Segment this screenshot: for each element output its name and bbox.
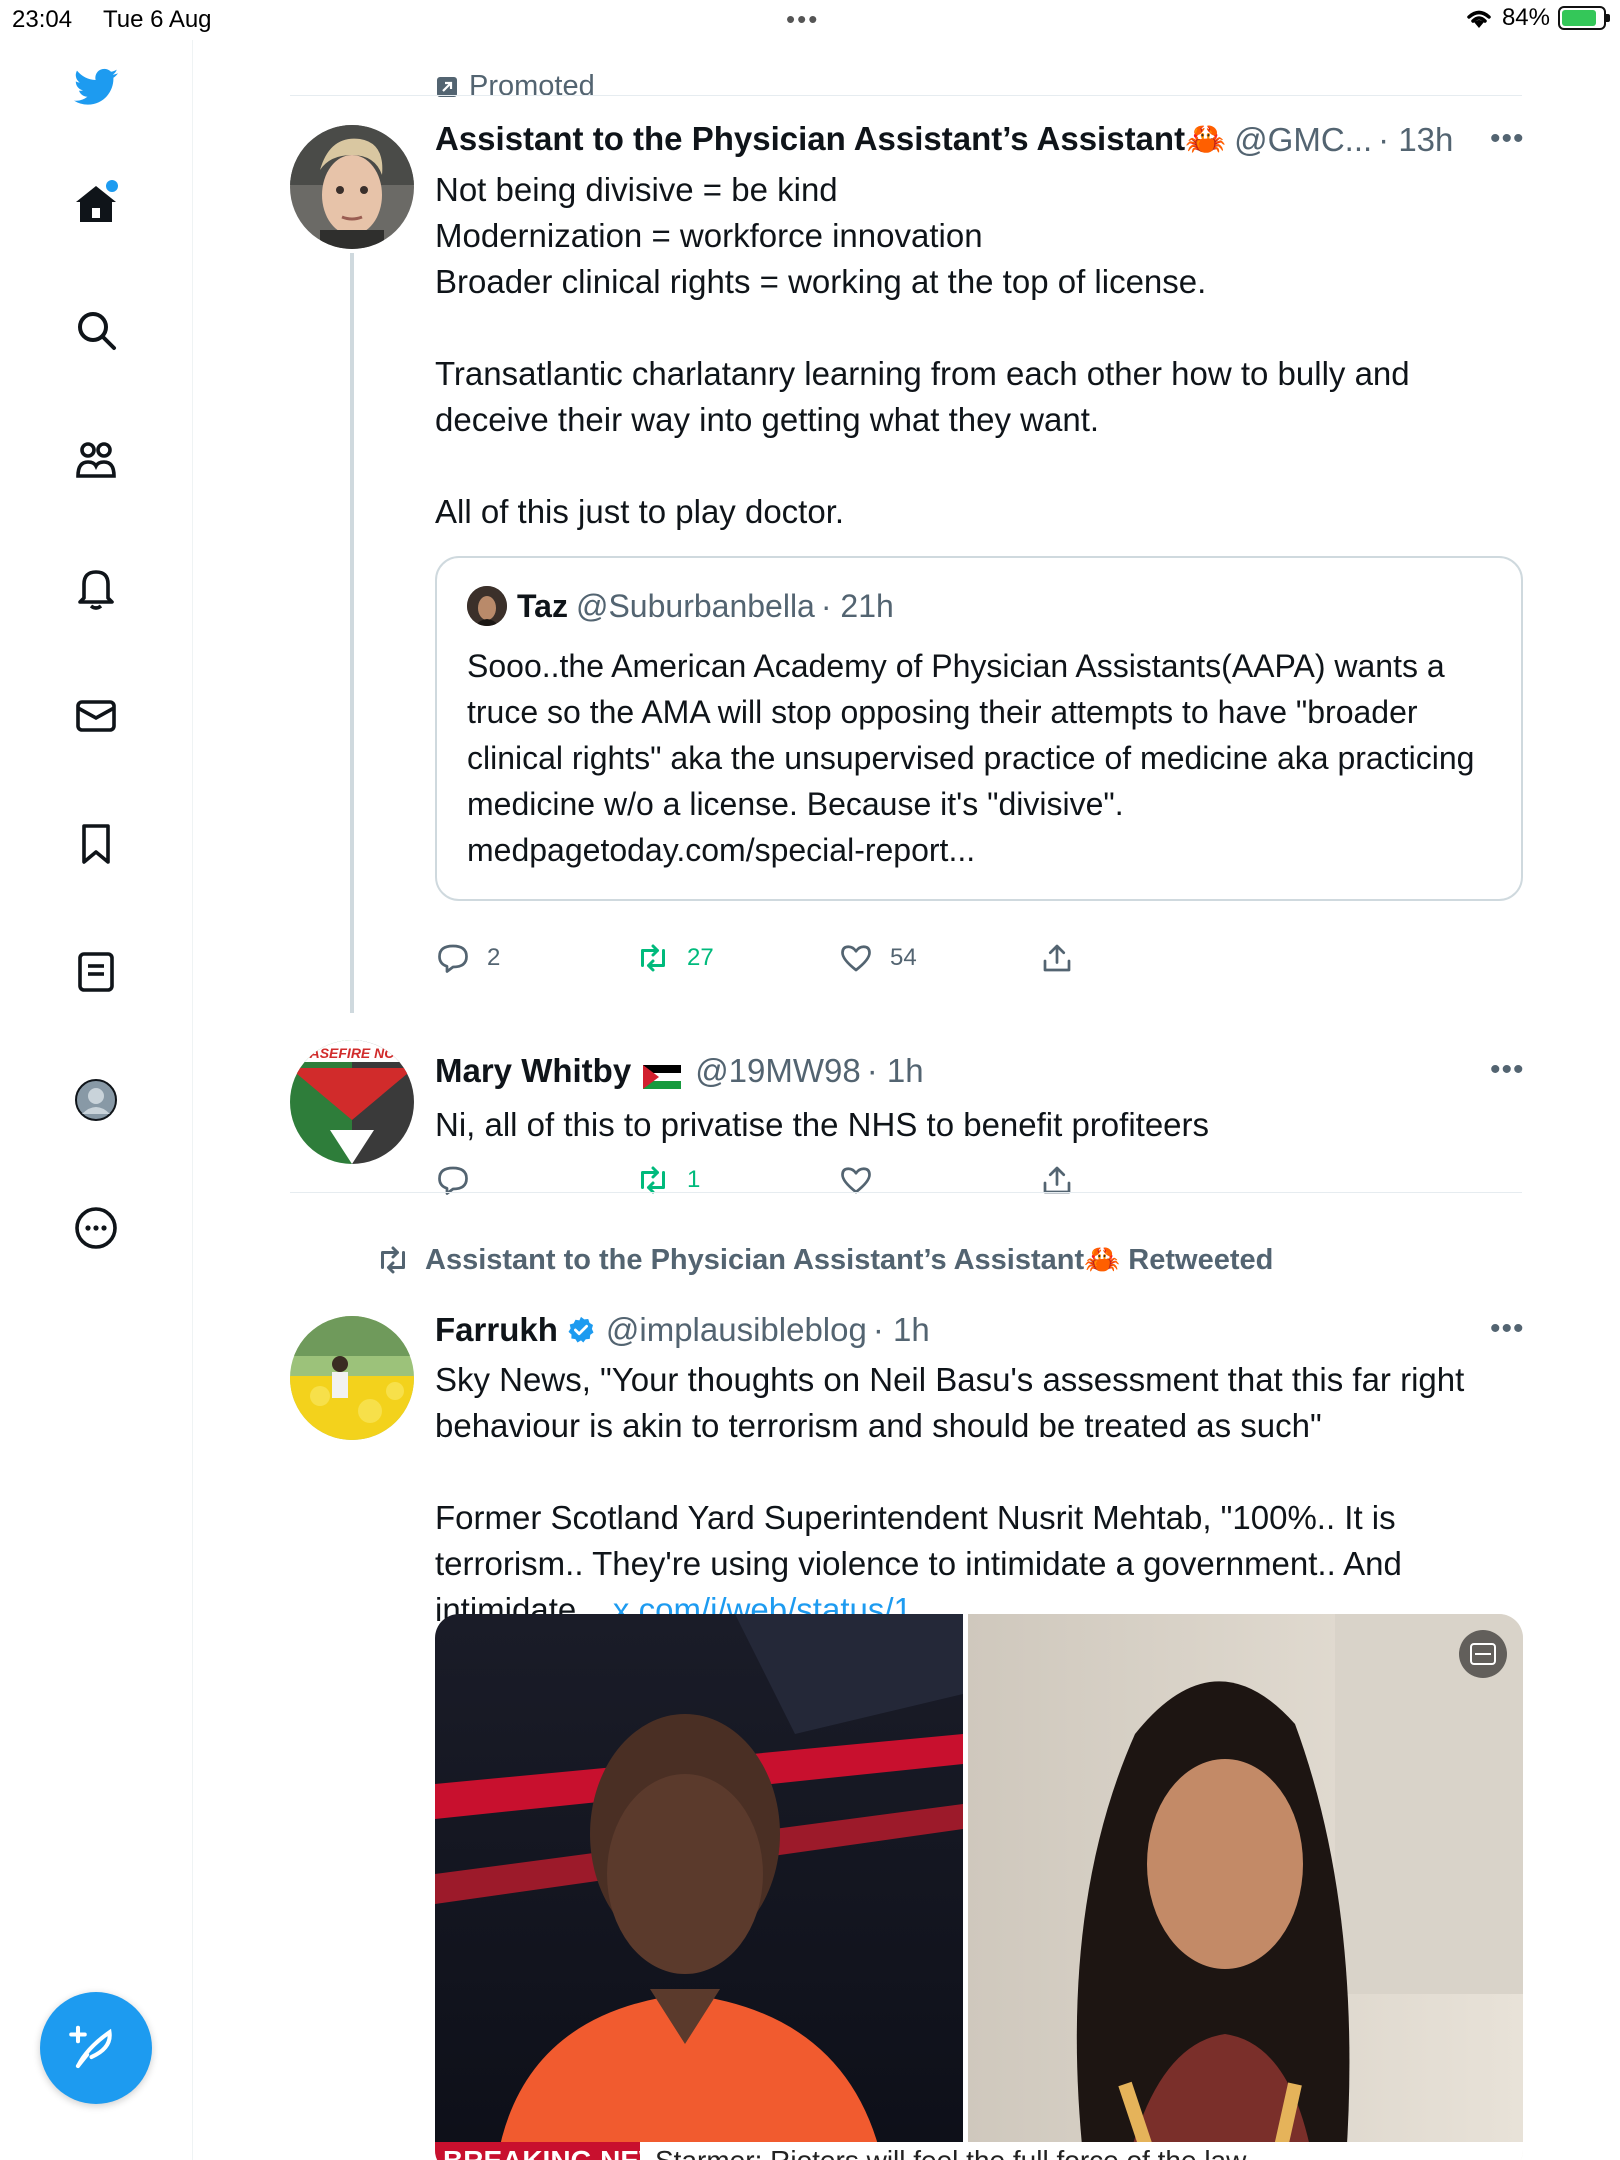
- status-right: 84%: [1464, 4, 1610, 32]
- tweet-text: Ni, all of this to privatise the NHS to …: [435, 1106, 1210, 1143]
- new-content-dot: [106, 180, 118, 192]
- tweet-text: Not being divisive = be kind Modernizati…: [435, 171, 1410, 530]
- palestine-flag-icon: [643, 1059, 682, 1089]
- tweet-time[interactable]: · 1h: [873, 1311, 930, 1349]
- bookmarks-icon[interactable]: [70, 818, 122, 870]
- author-name[interactable]: Mary Whitby: [435, 1052, 631, 1090]
- news-ticker-caption: Starmer: Rioters will feel the full forc…: [655, 2145, 1247, 2160]
- author-name[interactable]: Assistant to the Physician Assistant’s A…: [435, 120, 1226, 159]
- reply-button[interactable]: 2: [435, 940, 500, 976]
- compose-feather-icon: [69, 2025, 112, 2069]
- wifi-icon: [1467, 10, 1491, 28]
- divider: [290, 95, 1522, 96]
- reply-icon: [438, 944, 468, 973]
- divider: [290, 1192, 1522, 1193]
- search-icon[interactable]: [70, 304, 122, 356]
- retweet-button[interactable]: 27: [635, 940, 714, 976]
- thread-connector-line: [350, 253, 354, 1013]
- status-time: 23:04: [12, 6, 73, 33]
- tweet-media-video[interactable]: BREAKING NEWS Starmer: Rioters will feel…: [435, 1614, 1523, 2160]
- messages-envelope-icon[interactable]: [70, 690, 122, 742]
- quoted-tweet-text: Sooo..the American Academy of Physician …: [467, 648, 1475, 868]
- tweet-more-icon[interactable]: •••: [1490, 1053, 1525, 1087]
- communities-icon[interactable]: [70, 434, 122, 486]
- tweet-more-icon[interactable]: •••: [1490, 122, 1525, 156]
- media-settings-icon[interactable]: [1459, 1630, 1507, 1678]
- avatar-gmc[interactable]: [290, 125, 414, 249]
- avatar-farrukh[interactable]: [290, 1316, 414, 1440]
- retweet-count: 27: [687, 944, 714, 971]
- quoted-tweet-header: Taz @Suburbanbella · 21h: [467, 586, 894, 626]
- lists-icon[interactable]: [70, 946, 122, 998]
- reply-count: 2: [487, 944, 501, 971]
- share-button[interactable]: [1039, 940, 1075, 976]
- retweet-icon: [641, 944, 665, 972]
- quoted-author-name: Taz: [517, 587, 568, 624]
- retweeted-by-text: Assistant to the Physician Assistant’s A…: [425, 1244, 1274, 1276]
- more-options-icon[interactable]: [70, 1202, 122, 1254]
- avatar-taz: [467, 586, 507, 626]
- like-count: 54: [890, 944, 917, 971]
- author-name[interactable]: Farrukh: [435, 1311, 558, 1349]
- tweet-actions: 1: [435, 1162, 1435, 1206]
- avatar-mary-whitby[interactable]: ASEFIRE NC: [290, 1040, 414, 1164]
- verified-badge-icon: [566, 1315, 596, 1345]
- sidebar: [0, 40, 193, 2160]
- tweet-text-body: Sky News, "Your thoughts on Neil Basu's …: [435, 1361, 1465, 1628]
- compose-tweet-button[interactable]: [40, 1992, 152, 2104]
- retweet-icon: [381, 1246, 405, 1274]
- tweet-header: Mary Whitby @19MW98 · 1h: [435, 1052, 924, 1090]
- quoted-tweet[interactable]: Taz @Suburbanbella · 21h Sooo..the Ameri…: [435, 556, 1523, 901]
- author-handle[interactable]: @19MW98: [695, 1052, 861, 1090]
- tweet-actions: 2 27 54: [435, 940, 1435, 984]
- twitter-logo-icon[interactable]: [70, 62, 122, 114]
- tweet-time[interactable]: · 13h: [1378, 121, 1453, 159]
- video-still: BREAKING NEWS Starmer: Rioters will feel…: [435, 1614, 1523, 2160]
- tweet-header: Assistant to the Physician Assistant’s A…: [435, 120, 1453, 159]
- multitasking-dots-icon[interactable]: •••: [786, 4, 819, 35]
- battery-icon: [1558, 6, 1610, 30]
- avatar-banner-text: ASEFIRE NC: [309, 1045, 396, 1061]
- promoted-text: Promoted: [469, 70, 595, 102]
- battery-percent: 84%: [1501, 4, 1550, 31]
- retweeted-by-line[interactable]: Assistant to the Physician Assistant’s A…: [375, 1242, 1273, 1278]
- quoted-tweet-time: · 21h: [820, 587, 894, 624]
- tweet-header: Farrukh @implausibleblog · 1h: [435, 1311, 930, 1349]
- breaking-news-caption: BREAKING NEWS: [443, 2145, 684, 2160]
- profile-avatar-icon[interactable]: [70, 1074, 122, 1126]
- status-bar: 23:04 Tue 6 Aug ••• 84%: [0, 0, 1620, 40]
- tweet-more-icon[interactable]: •••: [1490, 1312, 1525, 1346]
- notifications-bell-icon[interactable]: [70, 562, 122, 614]
- quoted-author-handle: @Suburbanbella: [575, 587, 815, 624]
- home-icon[interactable]: [70, 178, 122, 230]
- tweet-time[interactable]: · 1h: [867, 1052, 924, 1090]
- tweet-text: Sky News, "Your thoughts on Neil Basu's …: [435, 1357, 1515, 1633]
- share-icon: [1043, 944, 1071, 972]
- promoted-label: Promoted: [435, 70, 595, 103]
- like-button[interactable]: 54: [838, 940, 917, 976]
- status-date: Tue 6 Aug: [103, 6, 212, 33]
- author-handle[interactable]: @GMC...: [1234, 121, 1372, 159]
- author-handle[interactable]: @implausibleblog: [606, 1311, 867, 1349]
- heart-icon: [841, 945, 871, 972]
- retweet-count: 1: [687, 1166, 701, 1193]
